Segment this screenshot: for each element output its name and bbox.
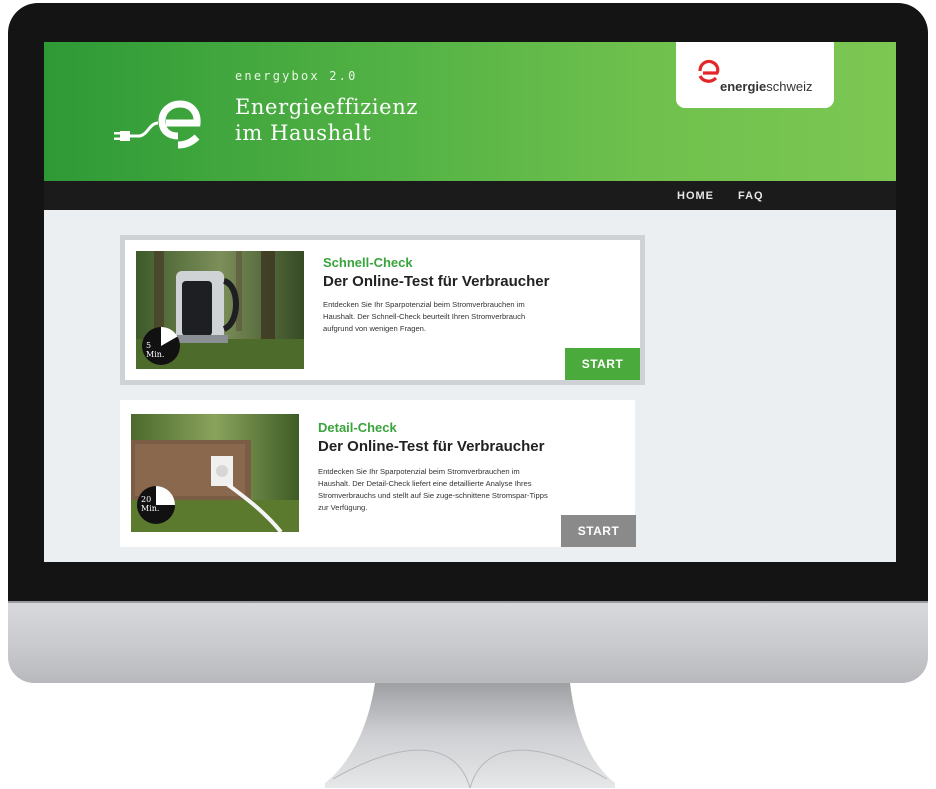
brand-subtitle: energybox 2.0	[235, 69, 358, 83]
nav-home[interactable]: HOME	[677, 190, 714, 202]
nav-bar: HOME FAQ	[44, 181, 896, 210]
monitor-chin	[8, 601, 928, 683]
site-header: energybox 2.0 Energieeffizienz im Hausha…	[44, 42, 896, 181]
card-detail-check: 20 Min. Detail-Check Der Online-Test für…	[120, 400, 636, 547]
timer-unit: Min.	[146, 350, 165, 359]
card-description: Entdecken Sie Ihr Sparpotenzial beim Str…	[318, 467, 548, 512]
energybox-plug-logo-icon	[114, 100, 201, 149]
energieschweiz-mark-icon	[698, 59, 720, 83]
card-schnell-check: 5 Min. Schnell-Check Der Online-Test für…	[120, 235, 645, 385]
card-eyebrow: Detail-Check	[318, 420, 397, 435]
title-line-1: Energieeffizienz	[235, 95, 418, 119]
card-headline: Der Online-Test für Verbraucher	[323, 273, 550, 290]
timer-value: 20	[141, 495, 152, 504]
title-line-2: im Haushalt	[235, 121, 372, 145]
timer-value: 5	[146, 341, 152, 350]
partner-name-bold: energie	[720, 79, 767, 94]
page-title: Energieeffizienz im Haushalt	[235, 94, 418, 146]
timer-unit: Min.	[141, 504, 160, 513]
start-button[interactable]: START	[561, 515, 636, 547]
monitor-stand	[325, 683, 615, 788]
card-headline: Der Online-Test für Verbraucher	[318, 438, 545, 455]
card-eyebrow: Schnell-Check	[323, 255, 413, 270]
kettle-photo: 5 Min.	[136, 251, 304, 369]
partner-name-light: schweiz	[766, 79, 813, 94]
screen: energybox 2.0 Energieeffizienz im Hausha…	[44, 42, 896, 562]
card-description: Entdecken Sie Ihr Sparpotenzial beim Str…	[323, 300, 526, 333]
partner-name: energieschweiz	[720, 79, 813, 94]
energieschweiz-logo[interactable]: energieschweiz	[676, 42, 834, 108]
start-button[interactable]: START	[565, 348, 640, 380]
nav-faq[interactable]: FAQ	[738, 190, 764, 202]
socket-photo: 20 Min.	[131, 414, 299, 532]
